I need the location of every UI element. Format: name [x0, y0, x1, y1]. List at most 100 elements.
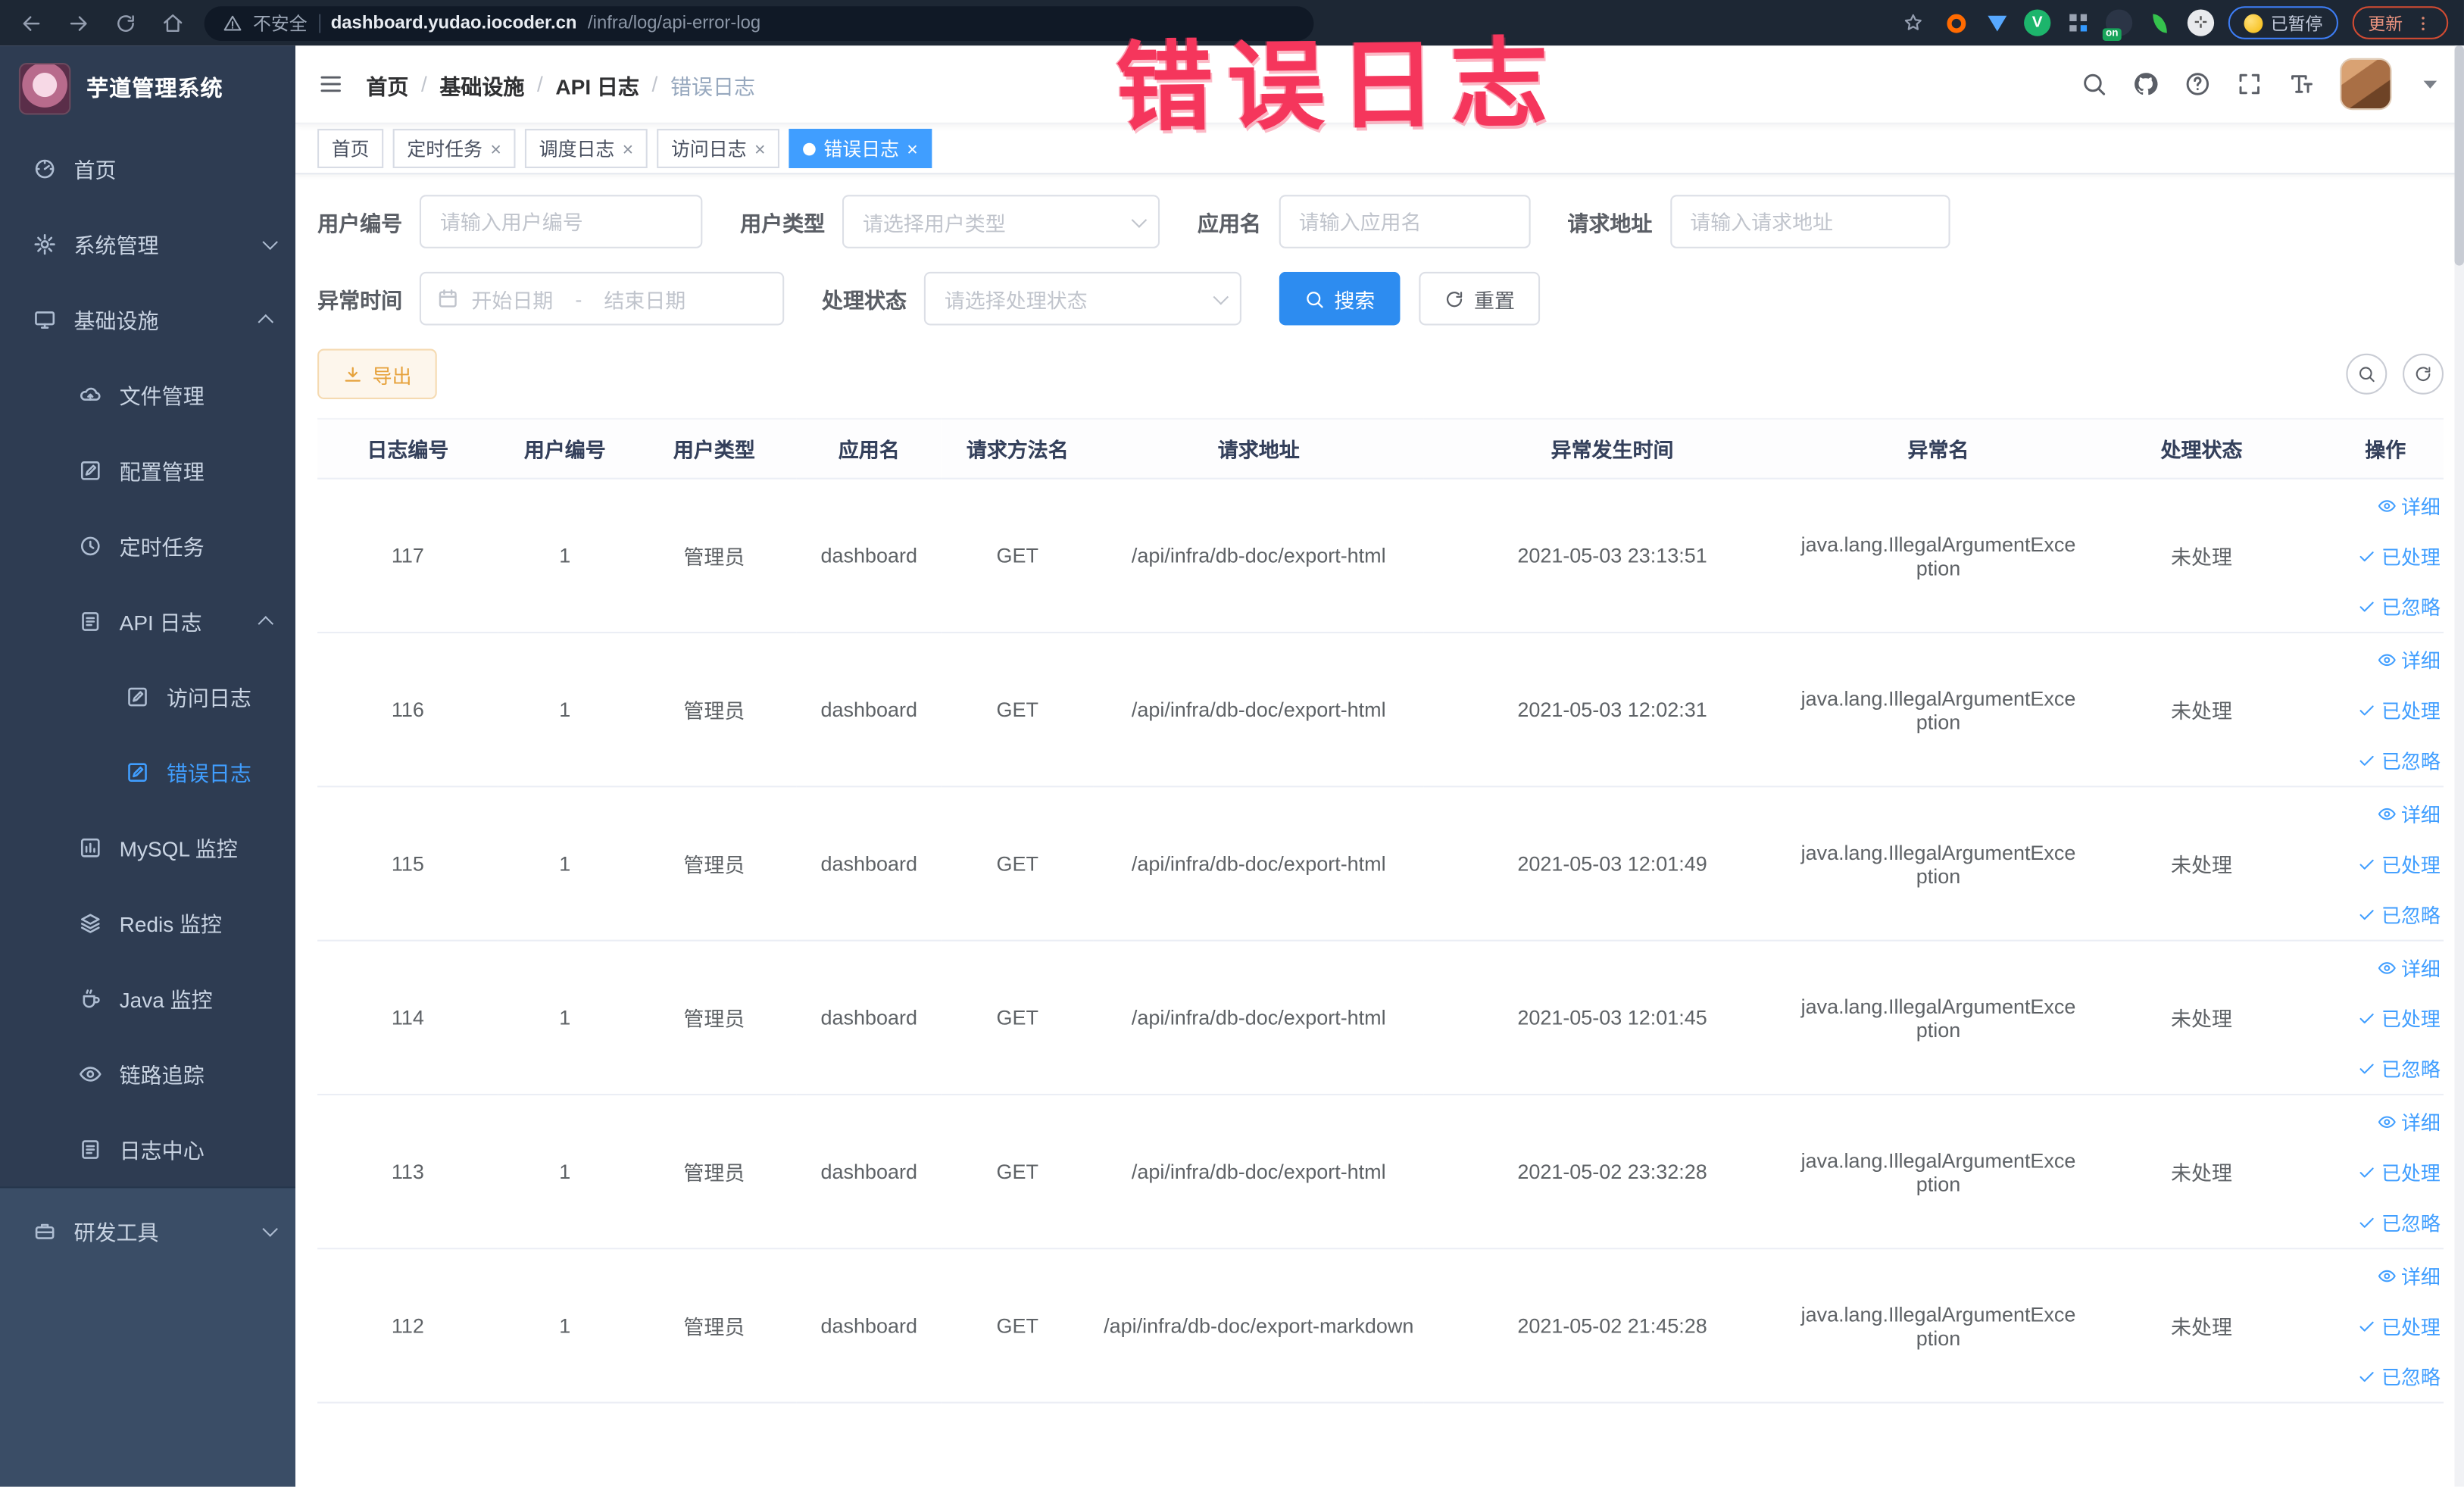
tag-job[interactable]: 定时任务×: [393, 129, 516, 168]
action-detail-link[interactable]: 详细: [2378, 1261, 2441, 1290]
breadcrumb-item[interactable]: 首页: [366, 68, 408, 99]
tag-home[interactable]: 首页: [317, 129, 383, 168]
action-label: 已处理: [2381, 695, 2441, 724]
date-range-picker[interactable]: 开始日期 - 结束日期: [420, 272, 784, 326]
ignored-icon: [2358, 1213, 2377, 1232]
app-logo-image: [19, 62, 70, 114]
user-id-input[interactable]: [420, 195, 702, 248]
sidebar-item-mysql-monitor[interactable]: MySQL 监控: [0, 809, 295, 885]
font-size-icon[interactable]: [2288, 70, 2315, 97]
reset-button[interactable]: 重置: [1419, 272, 1540, 326]
action-ignored-link[interactable]: 已忽略: [2358, 899, 2441, 929]
action-detail-link[interactable]: 详细: [2378, 645, 2441, 674]
scrollbar-thumb[interactable]: [2455, 45, 2464, 265]
help-doc-icon[interactable]: [2184, 70, 2211, 97]
action-processed-link[interactable]: 已处理: [2358, 1003, 2441, 1032]
tag-access-log[interactable]: 访问日志×: [657, 129, 779, 168]
browser-back-icon[interactable]: [16, 7, 47, 38]
status-select[interactable]: 请选择处理状态: [924, 272, 1241, 326]
action-ignored-link[interactable]: 已忽略: [2358, 745, 2441, 774]
sidebar-item-home[interactable]: 首页: [0, 130, 295, 206]
sidebar-item-scheduled-job[interactable]: 定时任务: [0, 508, 295, 583]
ext-green-leaf[interactable]: [2147, 9, 2173, 36]
user-avatar[interactable]: [2340, 58, 2391, 110]
sidebar-item-trace[interactable]: 链路追踪: [0, 1036, 295, 1111]
github-icon[interactable]: [2132, 70, 2159, 97]
tag-job-log[interactable]: 调度日志×: [525, 129, 648, 168]
action-processed-link[interactable]: 已处理: [2358, 1157, 2441, 1186]
error-log-table: 日志编号用户编号用户类型应用名请求方法名请求地址异常发生时间异常名处理状态操作 …: [317, 418, 2444, 1404]
action-ignored-link[interactable]: 已忽略: [2358, 1053, 2441, 1082]
action-ignored-link[interactable]: 已忽略: [2358, 1361, 2441, 1391]
search-button[interactable]: 搜索: [1279, 272, 1401, 326]
cell-ops: 详细已处理已忽略: [2327, 786, 2444, 940]
action-detail-link[interactable]: 详细: [2378, 490, 2441, 520]
refresh-icon: [1444, 289, 1465, 309]
browser-menu-dots-icon[interactable]: [2414, 14, 2433, 33]
sidebar-item-api-log[interactable]: API 日志: [0, 583, 295, 659]
ext-on-switch[interactable]: on: [2106, 9, 2132, 36]
column-header-ops: 操作: [2327, 419, 2444, 479]
user-type-select[interactable]: 请选择用户类型: [842, 195, 1160, 248]
tag-error-log[interactable]: 错误日志×: [789, 129, 932, 168]
sidebar-item-log-center[interactable]: 日志中心: [0, 1111, 295, 1187]
cell-status: 未处理: [2076, 1248, 2328, 1402]
browser-home-icon[interactable]: [157, 7, 188, 38]
close-tag-icon[interactable]: ×: [907, 138, 918, 160]
request-url-input[interactable]: [1669, 195, 1949, 248]
bookmark-star-icon[interactable]: [1897, 7, 1928, 38]
cell-user_type: 管理员: [632, 786, 797, 940]
close-tag-icon[interactable]: ×: [490, 138, 501, 160]
ext-grid[interactable]: [2065, 9, 2091, 36]
sidebar: 芋道管理系统 首页系统管理基础设施文件管理配置管理定时任务API 日志访问日志错…: [0, 45, 295, 1486]
action-detail-link[interactable]: 详细: [2378, 798, 2441, 828]
hamburger-icon[interactable]: [317, 70, 344, 97]
action-ignored-link[interactable]: 已忽略: [2358, 1207, 2441, 1236]
sidebar-item-access-log[interactable]: 访问日志: [0, 658, 295, 734]
cell-status: 未处理: [2076, 1095, 2328, 1248]
breadcrumb-item[interactable]: API 日志: [555, 68, 639, 99]
sidebar-item-label: 日志中心: [120, 1133, 205, 1164]
ext-orange-ring[interactable]: [1942, 9, 1969, 36]
avatar-caret-icon[interactable]: [2417, 70, 2444, 97]
sidebar-item-file-manage[interactable]: 文件管理: [0, 357, 295, 433]
action-ignored-link[interactable]: 已忽略: [2358, 591, 2441, 620]
table-header-row: 日志编号用户编号用户类型应用名请求方法名请求地址异常发生时间异常名处理状态操作: [317, 419, 2444, 479]
sidebar-item-system[interactable]: 系统管理: [0, 206, 295, 282]
sidebar-item-redis-monitor[interactable]: Redis 监控: [0, 885, 295, 961]
action-processed-link[interactable]: 已处理: [2358, 1310, 2441, 1340]
browser-update-button[interactable]: 更新: [2353, 6, 2449, 39]
tab-paused-pill[interactable]: 已暂停: [2228, 6, 2338, 39]
browser-reload-icon[interactable]: [110, 7, 141, 38]
action-detail-link[interactable]: 详细: [2378, 952, 2441, 982]
action-processed-link[interactable]: 已处理: [2358, 848, 2441, 878]
header-search-icon[interactable]: [2081, 70, 2107, 97]
fullscreen-icon[interactable]: [2236, 70, 2263, 97]
action-detail-link[interactable]: 详细: [2378, 1107, 2441, 1136]
refresh-table-button[interactable]: [2403, 354, 2444, 395]
sidebar-item-infra[interactable]: 基础设施: [0, 281, 295, 357]
sidebar-item-config-manage[interactable]: 配置管理: [0, 433, 295, 508]
sidebar-item-java-monitor[interactable]: Java 监控: [0, 961, 295, 1036]
app-logo-row[interactable]: 芋道管理系统: [0, 45, 295, 130]
toggle-search-button[interactable]: [2346, 354, 2387, 395]
processed-icon: [2358, 1316, 2377, 1335]
action-label: 详细: [2401, 1107, 2441, 1136]
app-name-input[interactable]: [1279, 195, 1530, 248]
action-processed-link[interactable]: 已处理: [2358, 695, 2441, 724]
sidebar-item-error-log[interactable]: 错误日志: [0, 734, 295, 810]
row-actions: 详细已处理已忽略: [2327, 1095, 2444, 1248]
window-scrollbar[interactable]: [2455, 45, 2464, 1486]
address-bar[interactable]: 不安全 dashboard.yudao.iocoder.cn/infra/log…: [205, 5, 1314, 40]
breadcrumb-item[interactable]: 基础设施: [439, 68, 524, 99]
ext-puzzle[interactable]: ⊹: [2188, 9, 2214, 36]
ext-blue-shield[interactable]: [1983, 9, 2010, 36]
ext-green-v[interactable]: V: [2024, 9, 2050, 36]
action-label: 已处理: [2381, 848, 2441, 878]
export-button[interactable]: 导出: [317, 349, 437, 399]
action-processed-link[interactable]: 已处理: [2358, 541, 2441, 570]
close-tag-icon[interactable]: ×: [623, 138, 634, 160]
browser-forward-icon[interactable]: [63, 7, 94, 38]
sidebar-item-dev-tools[interactable]: 研发工具: [0, 1193, 295, 1269]
close-tag-icon[interactable]: ×: [754, 138, 766, 160]
